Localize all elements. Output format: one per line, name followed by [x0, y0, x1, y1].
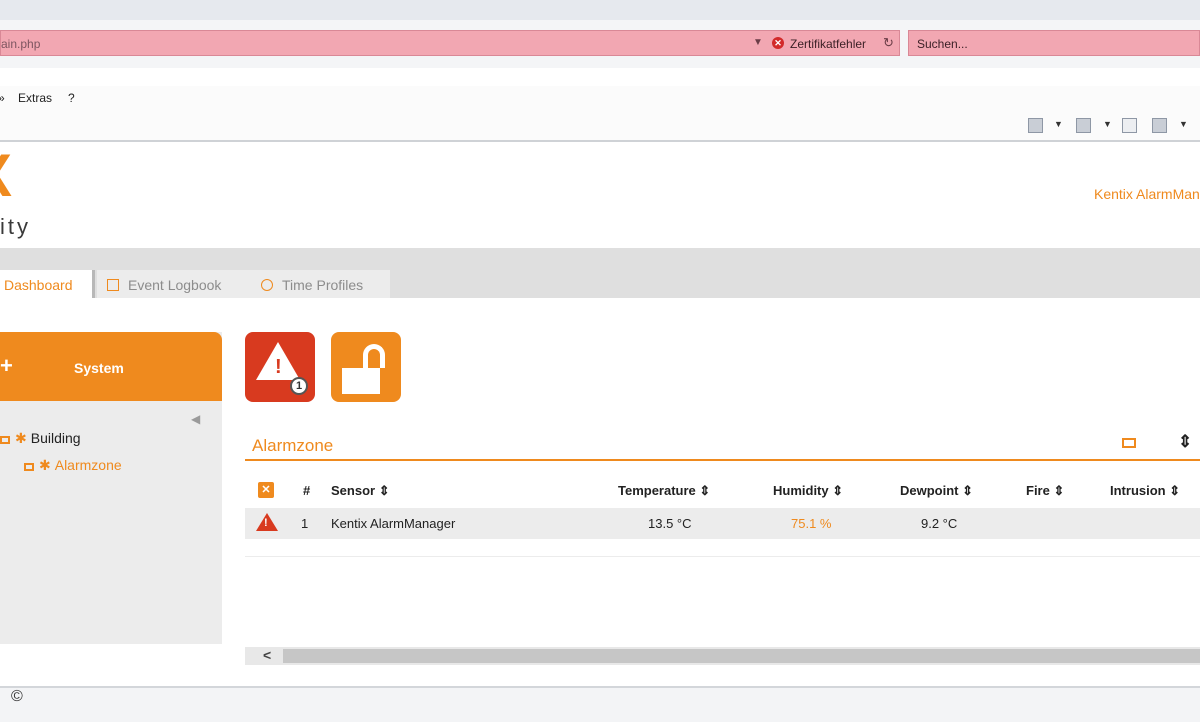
address-text: ain.php — [1, 37, 41, 51]
alarm-button[interactable]: ! 1 — [245, 332, 315, 402]
menu-item-extras[interactable]: Extras — [18, 91, 52, 105]
address-bar[interactable]: ain.php ▼ ✕ Zertifikatfehler ↻ — [0, 30, 900, 56]
warning-mark: ! — [275, 356, 282, 378]
tab-label: Time Profiles — [282, 277, 364, 293]
chevron-down-icon[interactable]: ▼ — [1179, 119, 1188, 129]
zone-header: Alarmzone ⇕ — [245, 432, 1200, 461]
row-humidity: 75.1 % — [791, 516, 832, 531]
rss-icon[interactable] — [1076, 118, 1091, 133]
column-fire[interactable]: Fire ⇕ — [1026, 483, 1064, 499]
row-temperature: 13.5 °C — [648, 516, 692, 531]
chevron-down-icon[interactable]: ▼ — [1103, 119, 1112, 129]
window-top-strip — [0, 0, 1200, 21]
column-sensor[interactable]: Sensor ⇕ — [331, 483, 390, 499]
column-num: # — [303, 483, 311, 498]
select-all-icon[interactable]: ✕ — [258, 482, 274, 498]
home-icon[interactable] — [1028, 118, 1043, 133]
logbook-icon — [107, 279, 119, 291]
gear-icon: ✱ — [15, 430, 27, 446]
plus-icon[interactable]: + — [0, 353, 13, 379]
unlock-icon[interactable] — [1122, 438, 1136, 448]
warning-mark: ! — [264, 517, 268, 529]
gear-icon: ✱ — [39, 457, 51, 473]
row-num: 1 — [301, 516, 309, 531]
cert-error-label[interactable]: Zertifikatfehler — [790, 37, 866, 51]
logo-text: ity — [0, 214, 31, 239]
zone-title: Alarmzone — [252, 436, 334, 455]
row-sensor: Kentix AlarmManager — [331, 516, 456, 531]
row-dewpoint: 9.2 °C — [921, 516, 958, 531]
lock-shackle — [363, 344, 385, 368]
sidebar-title: System — [74, 360, 124, 376]
print-icon[interactable] — [1152, 118, 1167, 133]
tree-item-alarmzone[interactable]: ✱ Alarmzone — [24, 457, 122, 474]
command-toolbar: ▼ ▼ ▼ — [0, 112, 1200, 142]
status-bar — [0, 686, 1200, 722]
horizontal-scrollbar[interactable]: < — [245, 647, 1200, 665]
chevron-down-icon[interactable]: ▼ — [1054, 119, 1063, 129]
app-logo: X ity — [0, 142, 60, 242]
collapse-icon[interactable]: ◀ — [191, 412, 200, 426]
alarm-count-badge: 1 — [290, 377, 308, 395]
cert-error-icon[interactable]: ✕ — [772, 37, 784, 49]
logo-mark: X — [0, 146, 12, 206]
refresh-icon[interactable]: ↻ — [883, 35, 894, 51]
tree-item-label: Building — [30, 430, 81, 446]
column-temperature[interactable]: Temperature ⇕ — [618, 483, 710, 499]
tab-bar: Dashboard Event Logbook Time Profiles — [0, 248, 1200, 298]
browser-search-input[interactable]: Suchen... — [908, 30, 1200, 56]
sidebar-header[interactable]: + System — [0, 332, 222, 401]
scroll-thumb[interactable] — [283, 649, 1200, 663]
tab-time-profiles[interactable]: Time Profiles — [245, 270, 390, 298]
scroll-left-icon[interactable]: < — [263, 647, 271, 663]
unlock-button[interactable] — [331, 332, 401, 402]
tab-dashboard[interactable]: Dashboard — [0, 270, 95, 298]
menu-bar: » Extras ? — [0, 86, 1200, 112]
menu-item-partial[interactable]: » — [0, 91, 5, 105]
mail-icon[interactable] — [1122, 118, 1137, 133]
column-intrusion[interactable]: Intrusion ⇕ — [1110, 483, 1180, 499]
unlock-icon — [24, 463, 34, 471]
column-dewpoint[interactable]: Dewpoint ⇕ — [900, 483, 973, 499]
sidebar: + System ◀ ✱ Building ✱ Alarmzone — [0, 332, 222, 644]
column-humidity[interactable]: Humidity ⇕ — [773, 483, 843, 499]
search-placeholder: Suchen... — [917, 37, 968, 51]
tree-item-label: Alarmzone — [54, 457, 122, 473]
tab-event-logbook[interactable]: Event Logbook — [97, 270, 245, 298]
tree-item-building[interactable]: ✱ Building — [0, 430, 81, 447]
table-divider — [245, 556, 1200, 557]
tab-label: Event Logbook — [128, 277, 222, 293]
unlock-icon — [0, 436, 10, 444]
expand-icon[interactable]: ⇕ — [1178, 432, 1192, 452]
unlock-icon — [342, 368, 380, 394]
tab-label: Dashboard — [4, 277, 73, 293]
address-dropdown-icon[interactable]: ▼ — [753, 37, 763, 48]
copyright-mark: © — [11, 688, 23, 705]
clock-icon — [261, 279, 273, 291]
brand-title: Kentix AlarmManager — [1094, 186, 1200, 202]
menu-item-help[interactable]: ? — [68, 91, 75, 105]
